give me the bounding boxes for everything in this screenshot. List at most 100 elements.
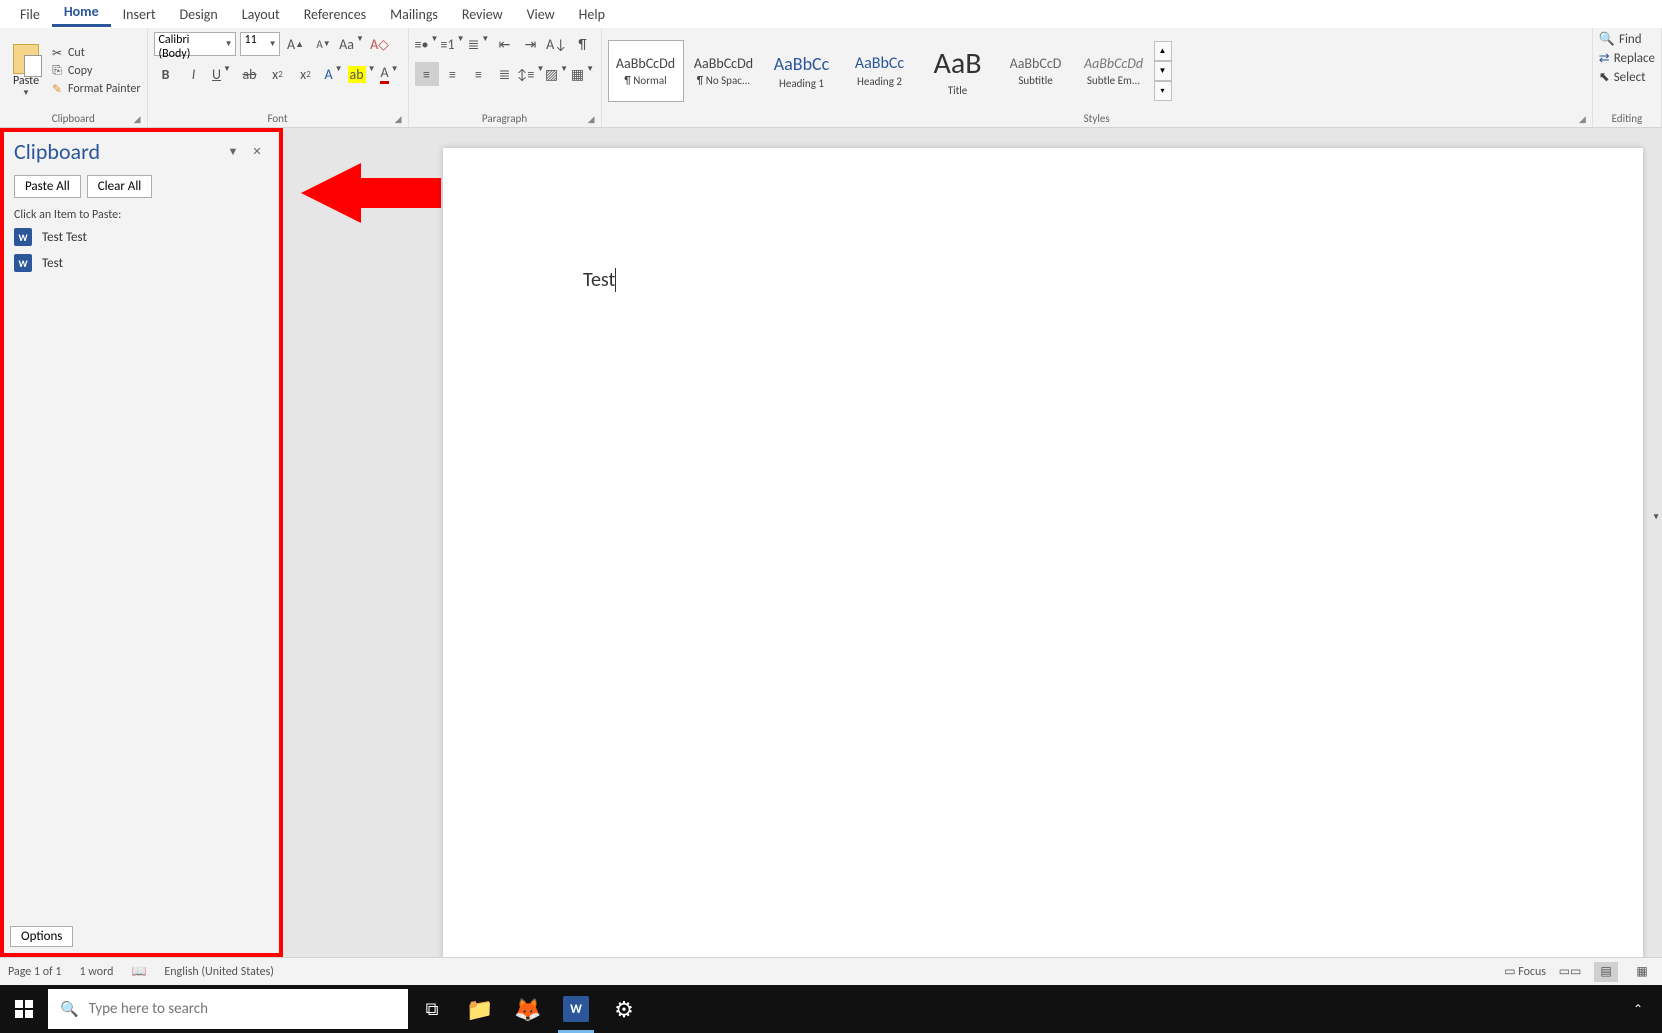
increase-indent-button[interactable]: ⇥ bbox=[519, 32, 543, 56]
styles-expand[interactable]: ▾ bbox=[1154, 81, 1172, 101]
focus-mode-button[interactable]: ▭ Focus bbox=[1504, 964, 1546, 979]
font-color-button[interactable]: A▼ bbox=[378, 62, 402, 86]
tab-help[interactable]: Help bbox=[567, 2, 617, 27]
tab-mailings[interactable]: Mailings bbox=[378, 2, 450, 27]
start-button[interactable] bbox=[0, 985, 48, 1033]
justify-button[interactable]: ≣ bbox=[493, 62, 517, 86]
taskbar-settings[interactable]: ⚙ bbox=[600, 985, 648, 1033]
style-subtle-em-[interactable]: AaBbCcDdSubtle Em... bbox=[1076, 40, 1152, 102]
replace-button[interactable]: ⇄Replace bbox=[1599, 51, 1655, 66]
web-layout-button[interactable]: ▦ bbox=[1630, 962, 1654, 982]
style-label: Heading 2 bbox=[857, 75, 902, 88]
status-page[interactable]: Page 1 of 1 bbox=[8, 965, 62, 979]
style--normal[interactable]: AaBbCcDd¶ Normal bbox=[608, 40, 684, 102]
tab-layout[interactable]: Layout bbox=[230, 2, 292, 27]
copy-button[interactable]: ⎘Copy bbox=[50, 64, 141, 78]
shrink-font-button[interactable]: A▼ bbox=[312, 32, 336, 56]
taskbar-word[interactable]: W bbox=[552, 985, 600, 1033]
align-right-button[interactable]: ≡ bbox=[467, 62, 491, 86]
paste-all-button[interactable]: Paste All bbox=[14, 175, 81, 198]
document-area[interactable]: Test bbox=[283, 128, 1662, 957]
paste-button[interactable]: Paste ▼ bbox=[6, 44, 46, 98]
document-text[interactable]: Test bbox=[583, 268, 616, 292]
group-styles: AaBbCcDd¶ NormalAaBbCcDd¶ No Spac...AaBb… bbox=[602, 28, 1593, 127]
font-size-select[interactable]: 11▼ bbox=[240, 32, 280, 56]
taskbar-search[interactable]: 🔍 bbox=[48, 989, 408, 1029]
shading-button[interactable]: ▨▼ bbox=[545, 62, 569, 86]
show-marks-button[interactable]: ¶ bbox=[571, 32, 595, 56]
bullets-button[interactable]: ≡•▼ bbox=[415, 32, 439, 56]
tab-insert[interactable]: Insert bbox=[111, 2, 168, 27]
clip-item-text: Test bbox=[42, 256, 63, 271]
line-spacing-button[interactable]: ↕≡▼ bbox=[519, 62, 543, 86]
style-heading-2[interactable]: AaBbCcHeading 2 bbox=[842, 40, 918, 102]
numbering-button[interactable]: ≡1▼ bbox=[441, 32, 465, 56]
pane-close-button[interactable]: ✕ bbox=[245, 140, 269, 164]
clipboard-launcher[interactable]: ◢ bbox=[134, 114, 141, 125]
styles-scroll-up[interactable]: ▲ bbox=[1154, 41, 1172, 61]
read-mode-button[interactable]: ▭▭ bbox=[1558, 962, 1582, 982]
clipboard-list: WTest TestWTest bbox=[4, 224, 279, 920]
style-subtitle[interactable]: AaBbCcDSubtitle bbox=[998, 40, 1074, 102]
clipboard-item[interactable]: WTest Test bbox=[10, 224, 273, 250]
subscript-button[interactable]: x2 bbox=[266, 62, 290, 86]
decrease-indent-button[interactable]: ⇤ bbox=[493, 32, 517, 56]
spellcheck-icon[interactable]: 📖 bbox=[131, 964, 146, 979]
status-language[interactable]: English (United States) bbox=[164, 965, 274, 979]
align-center-button[interactable]: ≡ bbox=[441, 62, 465, 86]
style-heading-1[interactable]: AaBbCcHeading 1 bbox=[764, 40, 840, 102]
print-layout-button[interactable]: ▤ bbox=[1594, 962, 1618, 982]
pane-options-button[interactable]: Options bbox=[10, 926, 73, 947]
tab-references[interactable]: References bbox=[292, 2, 378, 27]
pane-title: Clipboard bbox=[14, 138, 221, 165]
italic-button[interactable]: I bbox=[182, 62, 206, 86]
styles-launcher[interactable]: ◢ bbox=[1579, 114, 1586, 125]
taskbar-file-explorer[interactable]: 📁 bbox=[456, 985, 504, 1033]
select-button[interactable]: ⬉Select▼ bbox=[1599, 70, 1646, 85]
align-left-button[interactable]: ≡ bbox=[415, 62, 439, 86]
pane-options-dropdown[interactable]: ▼ bbox=[221, 140, 245, 164]
text-effects-button[interactable]: A▼ bbox=[322, 62, 346, 86]
page[interactable]: Test bbox=[443, 148, 1643, 957]
change-case-button[interactable]: Aa▼ bbox=[340, 32, 364, 56]
tab-view[interactable]: View bbox=[515, 2, 567, 27]
superscript-button[interactable]: x2 bbox=[294, 62, 318, 86]
group-label-editing: Editing bbox=[1599, 110, 1655, 127]
group-label-styles: Styles◢ bbox=[608, 110, 1586, 127]
bold-button[interactable]: B bbox=[154, 62, 178, 86]
format-painter-button[interactable]: ✎Format Painter bbox=[50, 82, 141, 96]
tab-review[interactable]: Review bbox=[450, 2, 515, 27]
clear-all-button[interactable]: Clear All bbox=[87, 175, 153, 198]
font-name-select[interactable]: Calibri (Body)▼ bbox=[154, 32, 236, 56]
style-label: ¶ Normal bbox=[624, 74, 666, 87]
styles-scroll-down[interactable]: ▼ bbox=[1154, 61, 1172, 81]
find-button[interactable]: 🔍Find▼ bbox=[1599, 32, 1642, 47]
chevron-down-icon: ▼ bbox=[225, 39, 233, 49]
tab-file[interactable]: File bbox=[8, 2, 52, 27]
strikethrough-button[interactable]: ab bbox=[238, 62, 262, 86]
highlight-button[interactable]: ab▼ bbox=[350, 62, 374, 86]
group-paragraph: ≡•▼ ≡1▼ ≣▼ ⇤ ⇥ A↓ ¶ ≡ ≡ ≡ ≣ ↕≡▼ ▨▼ ▦▼ Pa… bbox=[409, 28, 602, 127]
clipboard-item[interactable]: WTest bbox=[10, 250, 273, 276]
tab-home[interactable]: Home bbox=[52, 0, 111, 27]
tab-design[interactable]: Design bbox=[168, 2, 230, 27]
task-view-button[interactable]: ⧉ bbox=[408, 985, 456, 1033]
workspace: Clipboard ▼ ✕ Paste All Clear All Click … bbox=[0, 128, 1662, 957]
cut-button[interactable]: ✂Cut bbox=[50, 46, 141, 60]
chevron-down-icon[interactable]: ▼ bbox=[22, 88, 30, 98]
status-words[interactable]: 1 word bbox=[80, 965, 114, 979]
taskbar-firefox[interactable]: 🦊 bbox=[504, 985, 552, 1033]
style-title[interactable]: AaBTitle bbox=[920, 40, 996, 102]
search-icon: 🔍 bbox=[60, 1000, 79, 1019]
underline-button[interactable]: U▼ bbox=[210, 62, 234, 86]
taskbar-search-input[interactable] bbox=[89, 1000, 396, 1018]
paragraph-launcher[interactable]: ◢ bbox=[588, 114, 595, 125]
style--no-spac-[interactable]: AaBbCcDd¶ No Spac... bbox=[686, 40, 762, 102]
multilevel-list-button[interactable]: ≣▼ bbox=[467, 32, 491, 56]
grow-font-button[interactable]: A▲ bbox=[284, 32, 308, 56]
font-launcher[interactable]: ◢ bbox=[395, 114, 402, 125]
sort-button[interactable]: A↓ bbox=[545, 32, 569, 56]
taskbar-show-desktop[interactable]: ⌃ bbox=[1614, 985, 1662, 1033]
clear-formatting-button[interactable]: A◇ bbox=[368, 32, 392, 56]
borders-button[interactable]: ▦▼ bbox=[571, 62, 595, 86]
